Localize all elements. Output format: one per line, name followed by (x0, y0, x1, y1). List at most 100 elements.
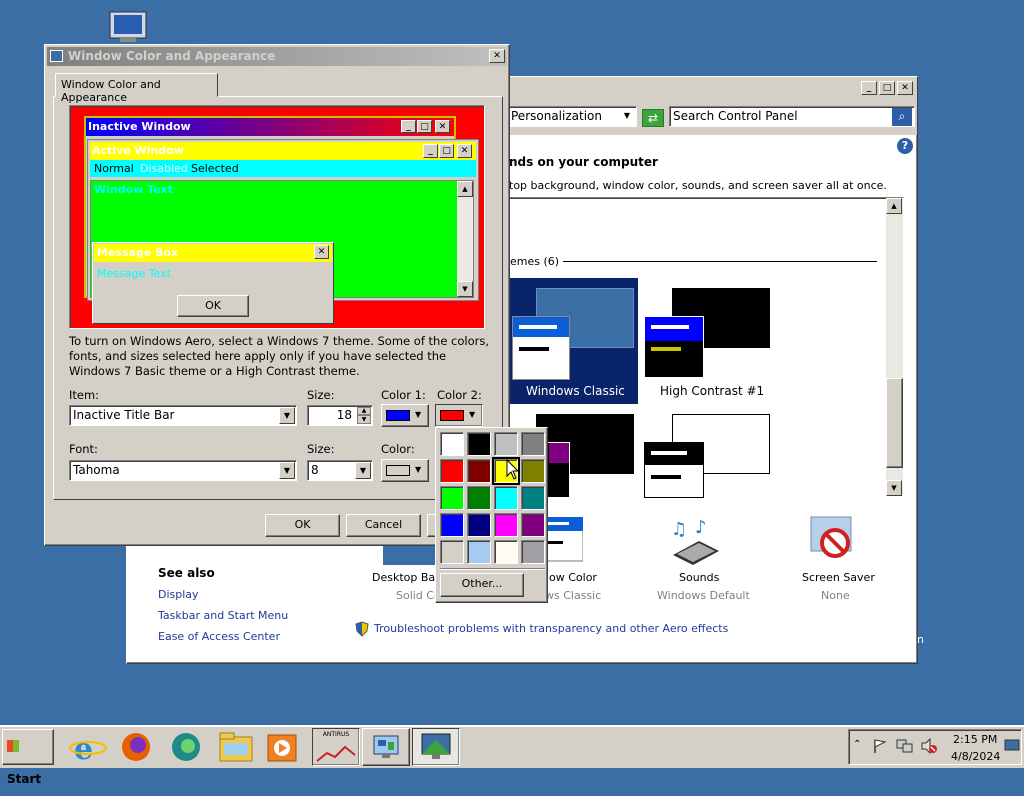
item-select-value: Inactive Title Bar (73, 408, 175, 422)
color1-button[interactable]: ▼ (381, 404, 429, 427)
palette-color-silver[interactable] (494, 432, 518, 456)
preview-inactive-minimize: _ (401, 120, 416, 133)
volume-muted-icon[interactable] (920, 737, 938, 755)
size-up-icon[interactable]: ▲ (357, 407, 371, 415)
search-input[interactable]: Search Control Panel (669, 106, 915, 127)
help-icon[interactable]: ? (897, 138, 913, 154)
tab-window-color[interactable]: Window Color and Appearance (55, 73, 218, 104)
palette-color-black[interactable] (467, 432, 491, 456)
mouse-cursor-icon (506, 458, 520, 481)
svg-text:♫: ♫ (671, 519, 687, 540)
palette-color-green[interactable] (467, 486, 491, 510)
cp-maximize-button[interactable]: □ (879, 81, 895, 95)
palette-other-button[interactable]: Other... (440, 573, 524, 597)
display-properties-icon[interactable] (412, 728, 460, 766)
show-desktop-icon[interactable] (1004, 739, 1020, 753)
preview-msgbox-title: Message Box (97, 246, 179, 259)
file-explorer-icon[interactable] (216, 729, 256, 765)
flag-icon[interactable] (872, 738, 888, 754)
antivirus-icon[interactable]: ANTIRUS (312, 728, 360, 766)
preview-active-maximize: □ (439, 144, 454, 158)
palette-color-medium-gray[interactable] (521, 540, 545, 564)
color2-button[interactable]: ▼ (435, 404, 483, 427)
computer-icon[interactable] (104, 10, 152, 44)
see-also-taskbar[interactable]: Taskbar and Start Menu (158, 609, 288, 622)
tray-expand-icon[interactable]: ⌃ (853, 739, 861, 750)
themes-scroll-up-button[interactable]: ▲ (886, 198, 902, 214)
palette-color-lime[interactable] (440, 486, 464, 510)
edge-icon[interactable] (166, 729, 206, 765)
cp-close-button[interactable]: ✕ (897, 81, 913, 95)
preview-msgbox-close: ✕ (314, 245, 329, 259)
control-panel-icon[interactable] (362, 728, 410, 766)
refresh-icon[interactable]: ⇄ (642, 109, 664, 127)
palette-color-button-face[interactable] (440, 540, 464, 564)
themes-scroll-down-button[interactable]: ▼ (886, 480, 902, 496)
font-size-select[interactable]: 8 ▼ (307, 460, 373, 481)
font-dropdown-icon[interactable]: ▼ (279, 462, 295, 479)
palette-color-sky-blue[interactable] (467, 540, 491, 564)
firefox-icon[interactable] (116, 729, 156, 765)
font-color-button[interactable]: ▼ (381, 459, 429, 482)
see-also-ease-of-access[interactable]: Ease of Access Center (158, 630, 280, 643)
themes-list[interactable]: emes (6) Windows Classic High Contrast #… (507, 197, 904, 498)
clock-time[interactable]: 2:15 PM (953, 733, 997, 746)
palette-color-navy[interactable] (467, 513, 491, 537)
font-size-value: 8 (311, 463, 319, 477)
bottom-item-sounds-label[interactable]: Sounds (679, 571, 719, 584)
palette-color-teal[interactable] (521, 486, 545, 510)
preview-menu-normal: Normal (94, 162, 134, 175)
screen-saver-icon[interactable] (809, 515, 859, 565)
preview-scroll-up: ▲ (457, 181, 473, 197)
font-size-dropdown-icon[interactable]: ▼ (355, 462, 371, 479)
theme-high-contrast-white[interactable] (642, 414, 782, 498)
palette-color-purple[interactable] (521, 513, 545, 537)
palette-color-magenta[interactable] (494, 513, 518, 537)
network-icon[interactable] (896, 738, 914, 754)
cancel-button[interactable]: Cancel (346, 514, 421, 537)
media-player-icon[interactable] (264, 729, 304, 765)
palette-color-cream[interactable] (494, 540, 518, 564)
dialog-title: Window Color and Appearance (68, 49, 276, 63)
size-value: 18 (336, 408, 352, 422)
palette-color-olive[interactable] (521, 459, 545, 483)
font-color-dropdown-icon: ▼ (415, 465, 422, 474)
color1-label: Color 1: (381, 388, 426, 402)
palette-color-red[interactable] (440, 459, 464, 483)
see-also-display[interactable]: Display (158, 588, 199, 601)
preview-window-text: Window Text (94, 183, 174, 196)
bottom-item-color-label[interactable]: ow Color (549, 571, 597, 584)
start-button[interactable]: Start (2, 729, 54, 786)
ok-button[interactable]: OK (265, 514, 340, 537)
cp-heading: nds on your computer (509, 155, 658, 169)
theme-high-contrast-1[interactable]: High Contrast #1 (642, 278, 782, 404)
address-dropdown-icon[interactable]: ▼ (619, 108, 635, 125)
palette-color-cyan[interactable] (494, 486, 518, 510)
tab-label: Window Color and Appearance (61, 78, 161, 104)
palette-color-white[interactable] (440, 432, 464, 456)
themes-scroll-thumb[interactable] (886, 378, 903, 468)
cp-minimize-button[interactable]: _ (861, 81, 877, 95)
item-select[interactable]: Inactive Title Bar ▼ (69, 405, 297, 426)
search-icon[interactable]: ⌕ (892, 108, 912, 126)
palette-color-blue[interactable] (440, 513, 464, 537)
cp-edge-text: n (917, 633, 924, 646)
sounds-icon[interactable]: ♫ ♪ (669, 517, 723, 565)
preview-inactive-close: ✕ (435, 120, 450, 133)
palette-color-gray[interactable] (521, 432, 545, 456)
palette-color-maroon[interactable] (467, 459, 491, 483)
preview-inactive-maximize: □ (417, 120, 432, 133)
font-select[interactable]: Tahoma ▼ (69, 460, 297, 481)
item-dropdown-icon[interactable]: ▼ (279, 407, 295, 424)
preview-menu-bar: Normal Disabled Selected (90, 160, 476, 177)
dialog-close-button[interactable]: ✕ (489, 49, 505, 63)
shield-icon (355, 621, 369, 637)
internet-explorer-icon[interactable]: e (68, 729, 108, 767)
color1-dropdown-icon: ▼ (415, 410, 422, 419)
size-spinner[interactable]: 18 ▲ ▼ (307, 405, 373, 426)
clock-date[interactable]: 4/8/2024 (951, 750, 1000, 763)
bottom-item-screensaver-label[interactable]: Screen Saver (802, 571, 875, 584)
theme-windows-classic[interactable]: Windows Classic (510, 278, 638, 404)
size-down-icon[interactable]: ▼ (357, 415, 371, 424)
troubleshoot-link[interactable]: Troubleshoot problems with transparency … (374, 622, 728, 635)
